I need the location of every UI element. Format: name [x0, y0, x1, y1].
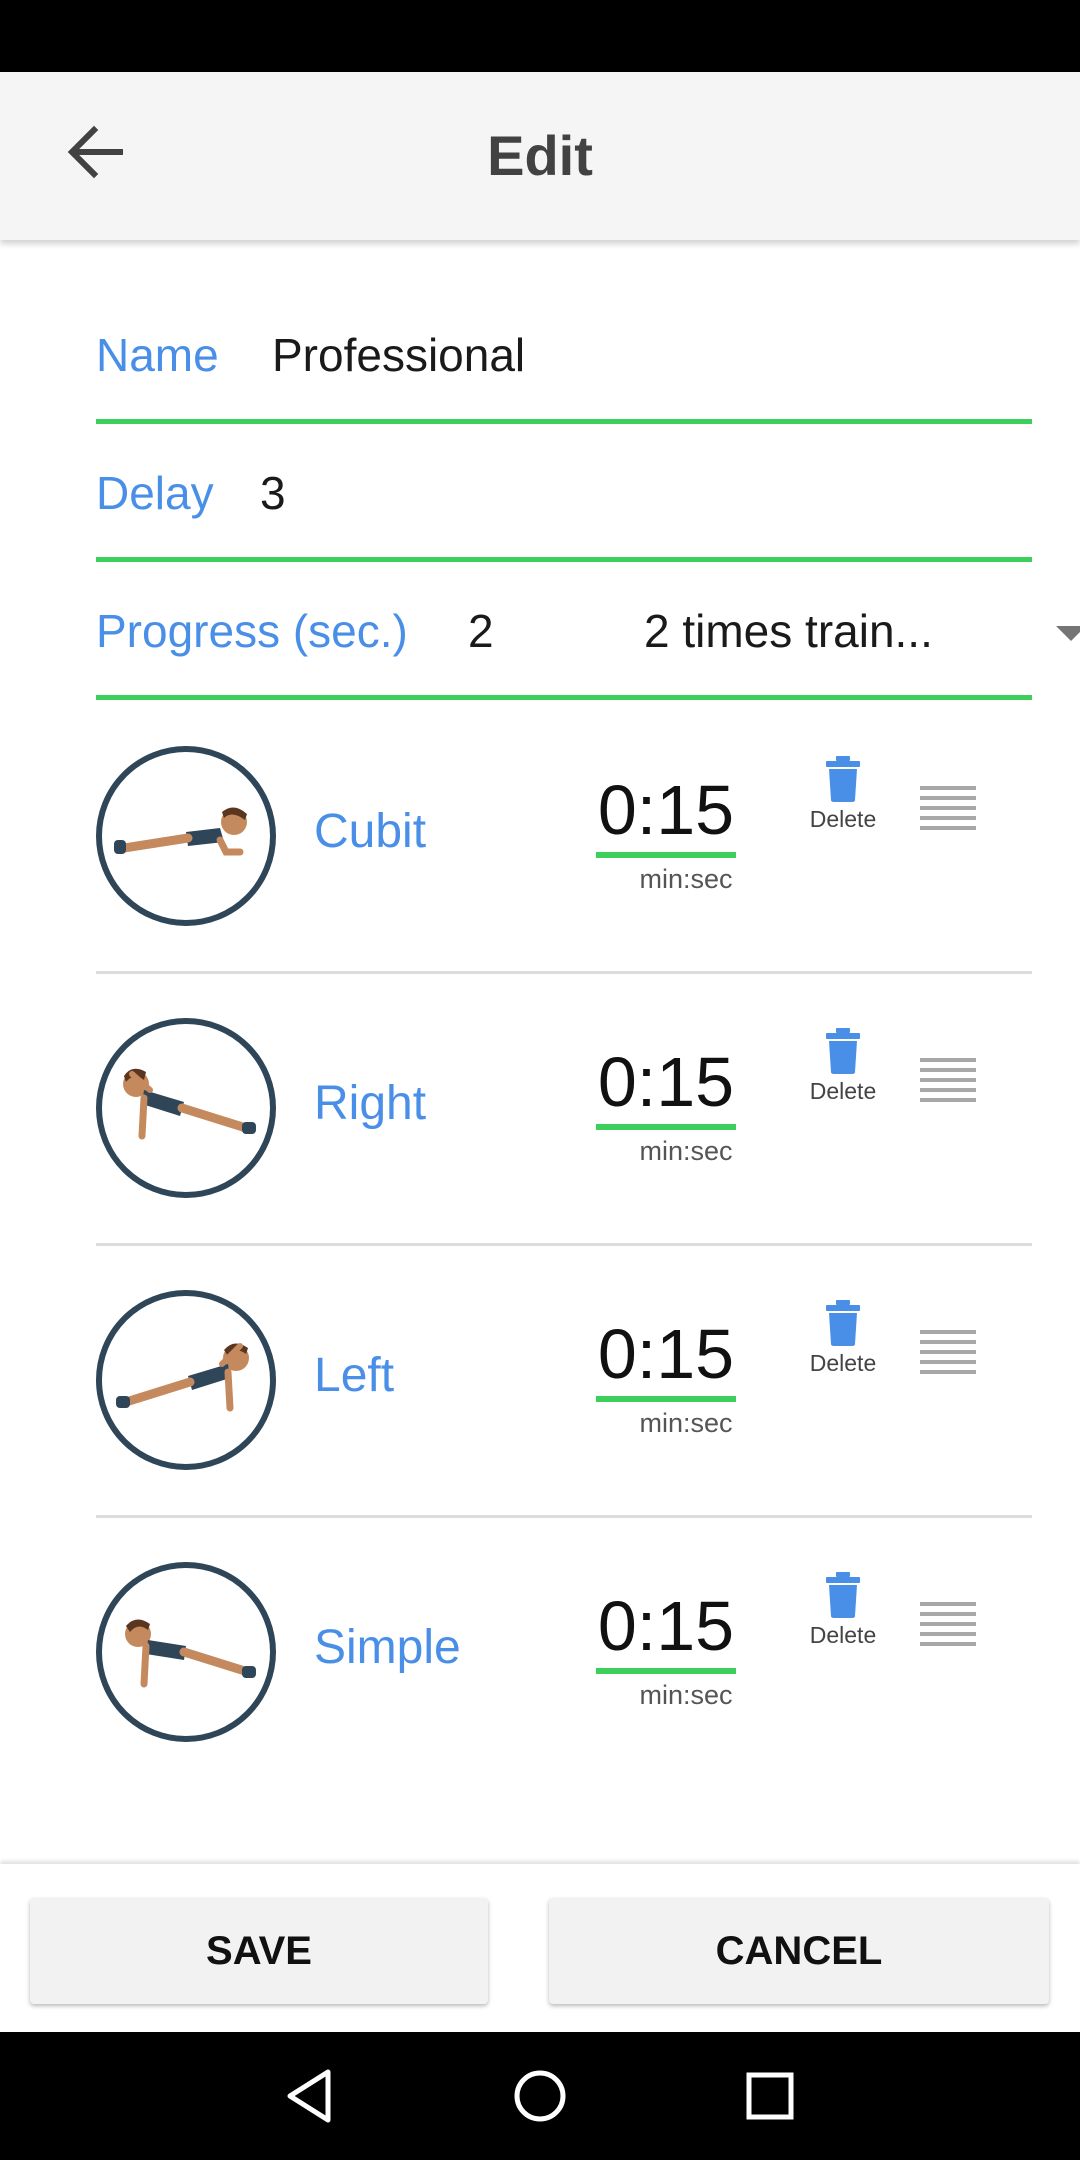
nav-home-icon[interactable] [508, 2064, 572, 2128]
back-arrow-icon[interactable] [56, 112, 136, 192]
status-bar [0, 0, 1080, 72]
exercise-row[interactable]: Left 0:15 min:sec Delete [96, 1248, 1032, 1518]
exercise-name: Simple [314, 1621, 461, 1674]
progress-label: Progress (sec.) [96, 605, 408, 657]
duration-underline [596, 1124, 736, 1130]
progress-field[interactable]: Progress (sec.) 2 2 times train... [96, 566, 1080, 700]
duration-unit: min:sec [639, 1136, 733, 1166]
delete-label: Delete [809, 806, 877, 832]
trash-icon [826, 1028, 860, 1074]
trash-icon [826, 1572, 860, 1618]
duration-underline [596, 1396, 736, 1402]
duration-value: 0:15 [597, 771, 735, 849]
exercise-row[interactable]: Simple 0:15 min:sec Delete [96, 1520, 1032, 1790]
system-nav-bar [0, 2032, 1080, 2160]
delay-label: Delay [96, 467, 214, 519]
name-label: Name [96, 329, 219, 381]
delete-label: Delete [809, 1350, 877, 1376]
trash-icon [826, 756, 860, 802]
forearm-plank-icon [96, 746, 276, 926]
dropdown-arrow-icon [1056, 626, 1080, 641]
duration-unit: min:sec [639, 1680, 733, 1710]
straight-arm-plank-icon [96, 1562, 276, 1742]
delay-underline [96, 557, 1032, 562]
name-underline [96, 419, 1032, 424]
duration-input[interactable]: 0:15 min:sec [596, 1584, 746, 1711]
duration-input[interactable]: 0:15 min:sec [596, 1312, 746, 1439]
row-divider [96, 971, 1032, 974]
delete-button[interactable]: Delete [798, 1572, 888, 1672]
duration-underline [596, 852, 736, 858]
progress-underline [96, 695, 1032, 700]
drag-handle-icon[interactable] [920, 1058, 976, 1104]
delay-field[interactable]: Delay 3 [96, 428, 1032, 562]
duration-unit: min:sec [639, 864, 733, 894]
name-field[interactable]: Name Professional [96, 290, 1032, 424]
progress-input[interactable]: 2 [468, 604, 494, 658]
exercise-name: Left [314, 1349, 395, 1402]
duration-value: 0:15 [597, 1043, 735, 1121]
delete-button[interactable]: Delete [798, 756, 888, 856]
right-side-plank-icon [96, 1018, 276, 1198]
row-divider [96, 1515, 1032, 1518]
save-button[interactable]: SAVE [30, 1898, 488, 2004]
duration-value: 0:15 [597, 1315, 735, 1393]
dropdown-selected-value: 2 times train... [644, 605, 933, 657]
left-side-plank-icon [96, 1290, 276, 1470]
app-bar: Edit [0, 72, 1080, 240]
delete-label: Delete [809, 1622, 877, 1648]
duration-value: 0:15 [597, 1587, 735, 1665]
trash-icon [826, 1300, 860, 1346]
progress-frequency-dropdown[interactable]: 2 times train... [644, 604, 1080, 664]
delete-button[interactable]: Delete [798, 1300, 888, 1400]
exercise-row[interactable]: Right 0:15 min:sec Delete [96, 976, 1032, 1246]
duration-input[interactable]: 0:15 min:sec [596, 1040, 746, 1167]
page-title: Edit [487, 124, 593, 187]
duration-unit: min:sec [639, 1408, 733, 1438]
drag-handle-icon[interactable] [920, 786, 976, 832]
duration-underline [596, 1668, 736, 1674]
exercise-name: Right [314, 1077, 427, 1130]
drag-handle-icon[interactable] [920, 1330, 976, 1376]
name-input[interactable]: Professional [272, 328, 525, 382]
delete-button[interactable]: Delete [798, 1028, 888, 1128]
row-divider [96, 1243, 1032, 1246]
nav-back-icon[interactable] [278, 2064, 342, 2128]
delete-label: Delete [809, 1078, 877, 1104]
drag-handle-icon[interactable] [920, 1602, 976, 1648]
exercise-row[interactable]: Cubit 0:15 min:sec Delete [96, 704, 1032, 974]
nav-recents-icon[interactable] [738, 2064, 802, 2128]
action-bar: SAVE CANCEL [0, 1864, 1080, 2032]
cancel-button[interactable]: CANCEL [549, 1898, 1049, 2004]
delay-input[interactable]: 3 [260, 466, 286, 520]
duration-input[interactable]: 0:15 min:sec [596, 768, 746, 895]
exercise-name: Cubit [314, 805, 427, 858]
